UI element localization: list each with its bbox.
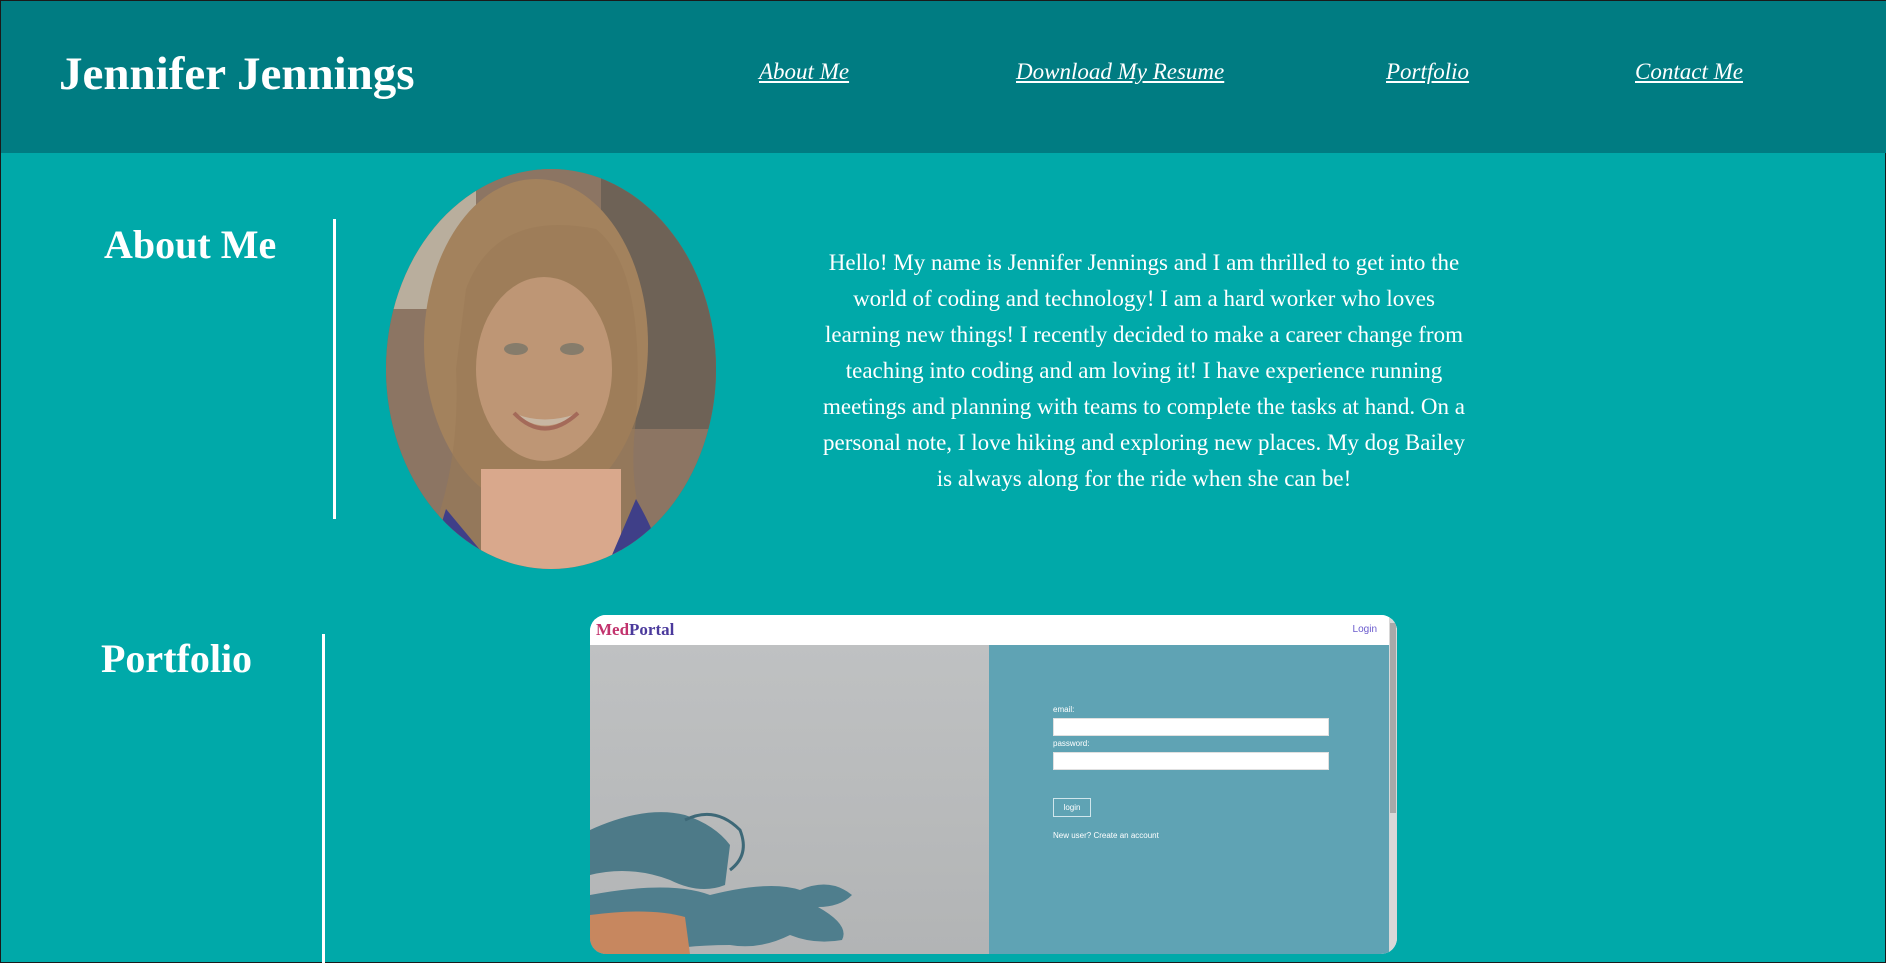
gloves-photo xyxy=(590,645,989,954)
gloves-photo-art xyxy=(590,812,852,954)
nav-link-download-resume[interactable]: Download My Resume xyxy=(1016,59,1224,85)
portfolio-heading: Portfolio xyxy=(101,636,253,681)
screenshot-scrollbar-thumb xyxy=(1390,623,1396,813)
profile-photo xyxy=(386,169,716,569)
site-title: Jennifer Jennings xyxy=(59,48,415,100)
about-divider xyxy=(333,219,336,519)
about-heading: About Me xyxy=(104,222,277,267)
email-label: email: xyxy=(1053,705,1075,714)
medportal-logo: MedPortal xyxy=(596,620,674,640)
medportal-login-button: login xyxy=(1053,798,1091,817)
screenshot-scrollbar xyxy=(1389,615,1397,954)
medportal-navbar: MedPortal Login xyxy=(590,615,1397,645)
medportal-login-link: Login xyxy=(1352,624,1377,635)
create-account-text: New user? Create an account xyxy=(1053,831,1159,840)
about-bio: Hello! My name is Jennifer Jennings and … xyxy=(823,250,1465,491)
medportal-project-screenshot[interactable]: MedPortal Login email: password: login N… xyxy=(590,615,1397,954)
profile-photo-art xyxy=(386,169,716,569)
medportal-logo-part2: Portal xyxy=(629,620,675,639)
portfolio-divider xyxy=(322,634,325,963)
site-header: Jennifer Jennings About Me Download My R… xyxy=(1,1,1886,153)
nav-link-about-me[interactable]: About Me xyxy=(759,59,849,85)
email-field xyxy=(1053,718,1329,736)
medportal-logo-part1: Med xyxy=(596,620,630,639)
password-label: password: xyxy=(1053,739,1090,748)
nav-link-contact-me[interactable]: Contact Me xyxy=(1635,59,1743,85)
medportal-login-panel: email: password: login New user? Create … xyxy=(989,645,1389,954)
nav-link-portfolio[interactable]: Portfolio xyxy=(1386,59,1469,85)
password-field xyxy=(1053,752,1329,770)
